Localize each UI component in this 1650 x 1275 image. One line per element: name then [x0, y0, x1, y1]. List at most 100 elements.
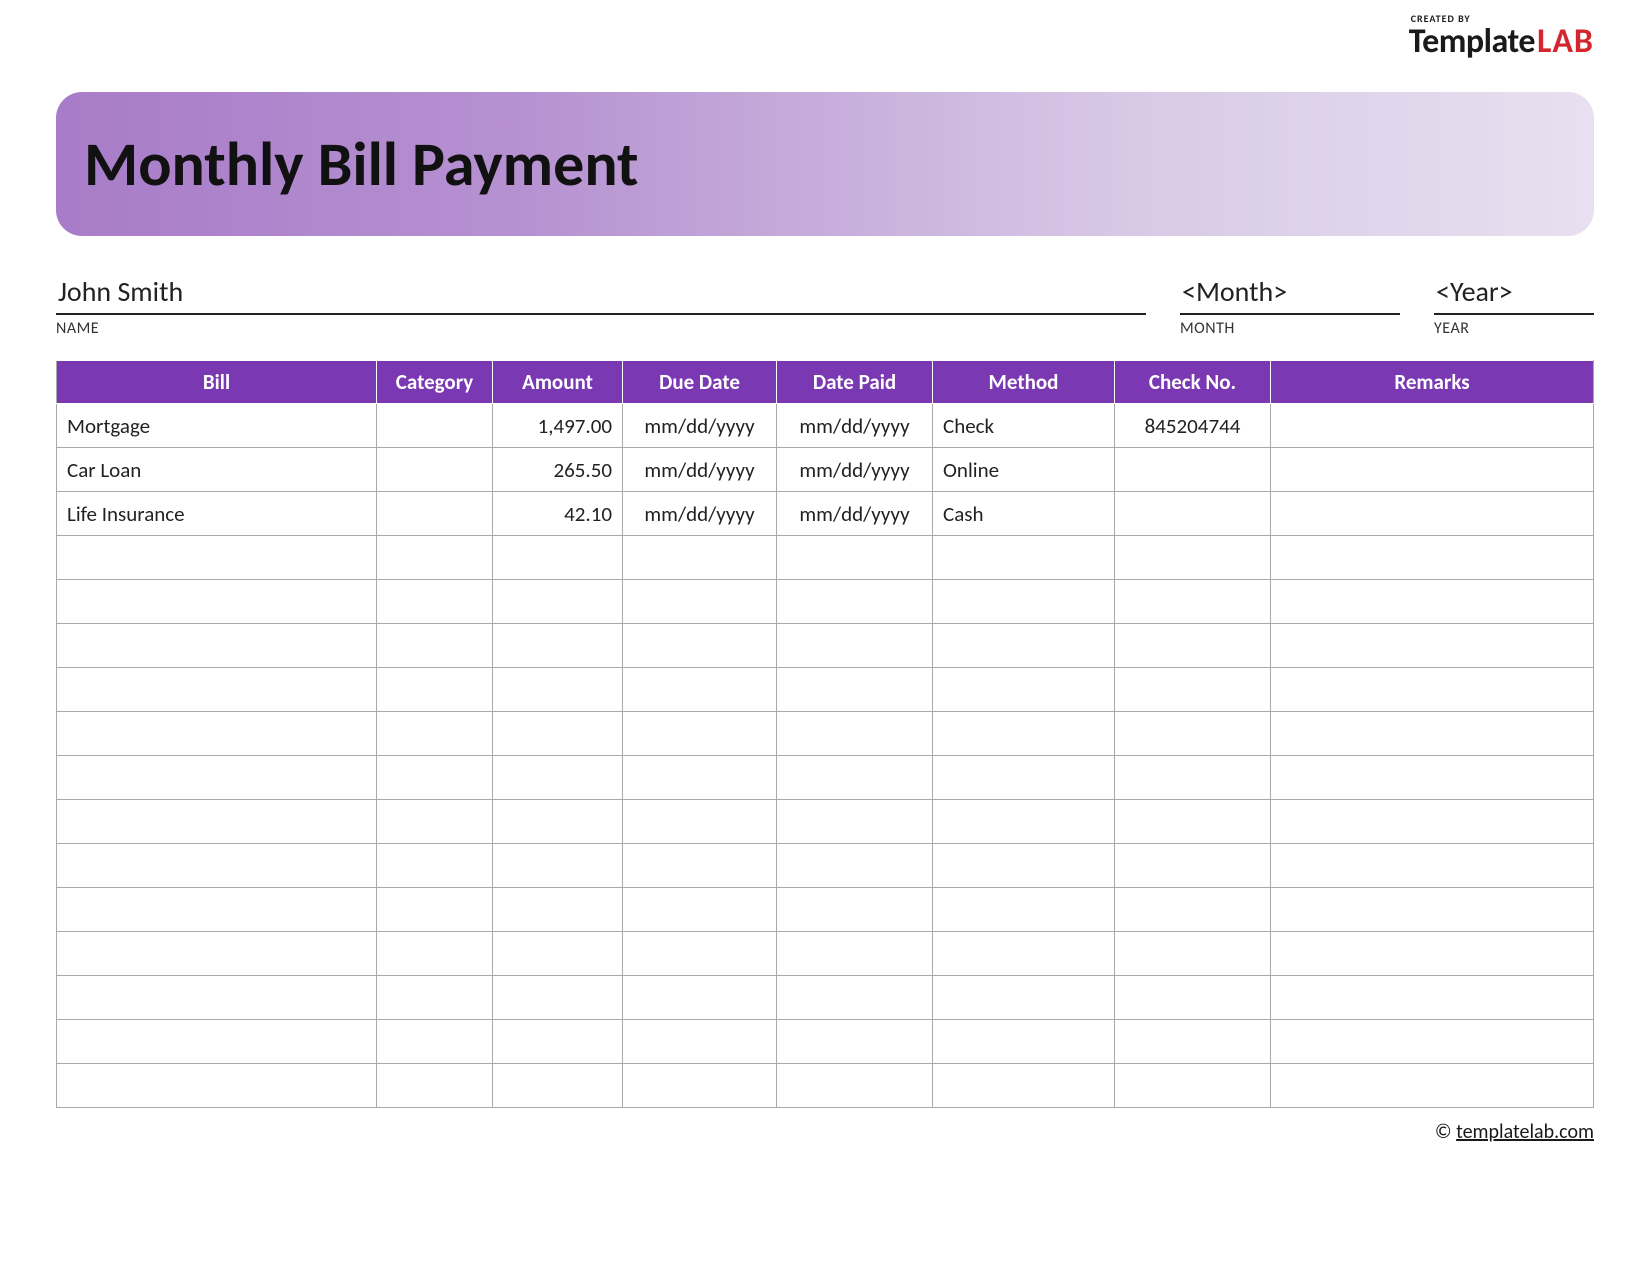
- cell-bill[interactable]: [57, 800, 377, 844]
- cell-method[interactable]: Check: [933, 404, 1115, 448]
- cell-paid[interactable]: [777, 976, 933, 1020]
- cell-remarks[interactable]: [1271, 888, 1594, 932]
- cell-check[interactable]: [1115, 448, 1271, 492]
- cell-remarks[interactable]: [1271, 492, 1594, 536]
- cell-method[interactable]: [933, 932, 1115, 976]
- cell-amount[interactable]: [493, 1064, 623, 1108]
- cell-paid[interactable]: [777, 1020, 933, 1064]
- cell-check[interactable]: [1115, 712, 1271, 756]
- cell-bill[interactable]: [57, 844, 377, 888]
- cell-category[interactable]: [377, 844, 493, 888]
- cell-remarks[interactable]: [1271, 404, 1594, 448]
- cell-paid[interactable]: [777, 712, 933, 756]
- cell-check[interactable]: [1115, 800, 1271, 844]
- cell-amount[interactable]: [493, 712, 623, 756]
- cell-bill[interactable]: Life Insurance: [57, 492, 377, 536]
- cell-paid[interactable]: [777, 1064, 933, 1108]
- cell-due[interactable]: [623, 844, 777, 888]
- cell-amount[interactable]: [493, 756, 623, 800]
- cell-category[interactable]: [377, 580, 493, 624]
- cell-check[interactable]: [1115, 932, 1271, 976]
- cell-amount[interactable]: [493, 888, 623, 932]
- year-field[interactable]: <Year> YEAR: [1434, 274, 1594, 338]
- cell-remarks[interactable]: [1271, 1064, 1594, 1108]
- cell-category[interactable]: [377, 976, 493, 1020]
- cell-bill[interactable]: [57, 888, 377, 932]
- cell-bill[interactable]: Mortgage: [57, 404, 377, 448]
- cell-category[interactable]: [377, 624, 493, 668]
- cell-paid[interactable]: mm/dd/yyyy: [777, 404, 933, 448]
- cell-bill[interactable]: [57, 932, 377, 976]
- cell-category[interactable]: [377, 492, 493, 536]
- cell-remarks[interactable]: [1271, 756, 1594, 800]
- cell-category[interactable]: [377, 756, 493, 800]
- cell-paid[interactable]: [777, 800, 933, 844]
- cell-method[interactable]: Cash: [933, 492, 1115, 536]
- cell-due[interactable]: [623, 712, 777, 756]
- cell-method[interactable]: [933, 888, 1115, 932]
- cell-paid[interactable]: [777, 624, 933, 668]
- cell-due[interactable]: [623, 668, 777, 712]
- cell-method[interactable]: [933, 580, 1115, 624]
- cell-amount[interactable]: [493, 668, 623, 712]
- cell-amount[interactable]: 1,497.00: [493, 404, 623, 448]
- month-field[interactable]: <Month> MONTH: [1180, 274, 1400, 338]
- cell-bill[interactable]: [57, 1064, 377, 1108]
- cell-bill[interactable]: [57, 712, 377, 756]
- cell-remarks[interactable]: [1271, 448, 1594, 492]
- cell-paid[interactable]: [777, 668, 933, 712]
- cell-remarks[interactable]: [1271, 624, 1594, 668]
- cell-due[interactable]: [623, 580, 777, 624]
- cell-method[interactable]: [933, 536, 1115, 580]
- cell-bill[interactable]: [57, 580, 377, 624]
- cell-check[interactable]: [1115, 756, 1271, 800]
- cell-method[interactable]: [933, 1020, 1115, 1064]
- cell-remarks[interactable]: [1271, 712, 1594, 756]
- cell-check[interactable]: [1115, 1020, 1271, 1064]
- name-field[interactable]: John Smith NAME: [56, 274, 1146, 338]
- cell-bill[interactable]: [57, 668, 377, 712]
- cell-check[interactable]: [1115, 536, 1271, 580]
- cell-paid[interactable]: mm/dd/yyyy: [777, 448, 933, 492]
- cell-bill[interactable]: [57, 756, 377, 800]
- cell-category[interactable]: [377, 888, 493, 932]
- cell-method[interactable]: [933, 976, 1115, 1020]
- cell-method[interactable]: [933, 800, 1115, 844]
- cell-check[interactable]: [1115, 492, 1271, 536]
- cell-category[interactable]: [377, 1020, 493, 1064]
- cell-amount[interactable]: [493, 624, 623, 668]
- cell-method[interactable]: [933, 756, 1115, 800]
- cell-paid[interactable]: [777, 580, 933, 624]
- cell-due[interactable]: [623, 888, 777, 932]
- cell-amount[interactable]: [493, 976, 623, 1020]
- cell-due[interactable]: [623, 756, 777, 800]
- cell-paid[interactable]: [777, 536, 933, 580]
- cell-method[interactable]: [933, 668, 1115, 712]
- cell-category[interactable]: [377, 932, 493, 976]
- cell-due[interactable]: [623, 536, 777, 580]
- cell-category[interactable]: [377, 712, 493, 756]
- cell-method[interactable]: [933, 624, 1115, 668]
- cell-method[interactable]: [933, 1064, 1115, 1108]
- cell-method[interactable]: [933, 712, 1115, 756]
- cell-bill[interactable]: [57, 1020, 377, 1064]
- cell-remarks[interactable]: [1271, 800, 1594, 844]
- cell-due[interactable]: [623, 1020, 777, 1064]
- cell-bill[interactable]: Car Loan: [57, 448, 377, 492]
- cell-amount[interactable]: [493, 1020, 623, 1064]
- cell-due[interactable]: [623, 932, 777, 976]
- cell-method[interactable]: Online: [933, 448, 1115, 492]
- cell-amount[interactable]: [493, 536, 623, 580]
- cell-bill[interactable]: [57, 536, 377, 580]
- cell-category[interactable]: [377, 668, 493, 712]
- cell-check[interactable]: [1115, 624, 1271, 668]
- cell-remarks[interactable]: [1271, 932, 1594, 976]
- cell-check[interactable]: [1115, 1064, 1271, 1108]
- cell-amount[interactable]: [493, 580, 623, 624]
- cell-paid[interactable]: [777, 932, 933, 976]
- cell-check[interactable]: 845204744: [1115, 404, 1271, 448]
- cell-paid[interactable]: [777, 888, 933, 932]
- cell-due[interactable]: [623, 976, 777, 1020]
- cell-remarks[interactable]: [1271, 536, 1594, 580]
- cell-bill[interactable]: [57, 624, 377, 668]
